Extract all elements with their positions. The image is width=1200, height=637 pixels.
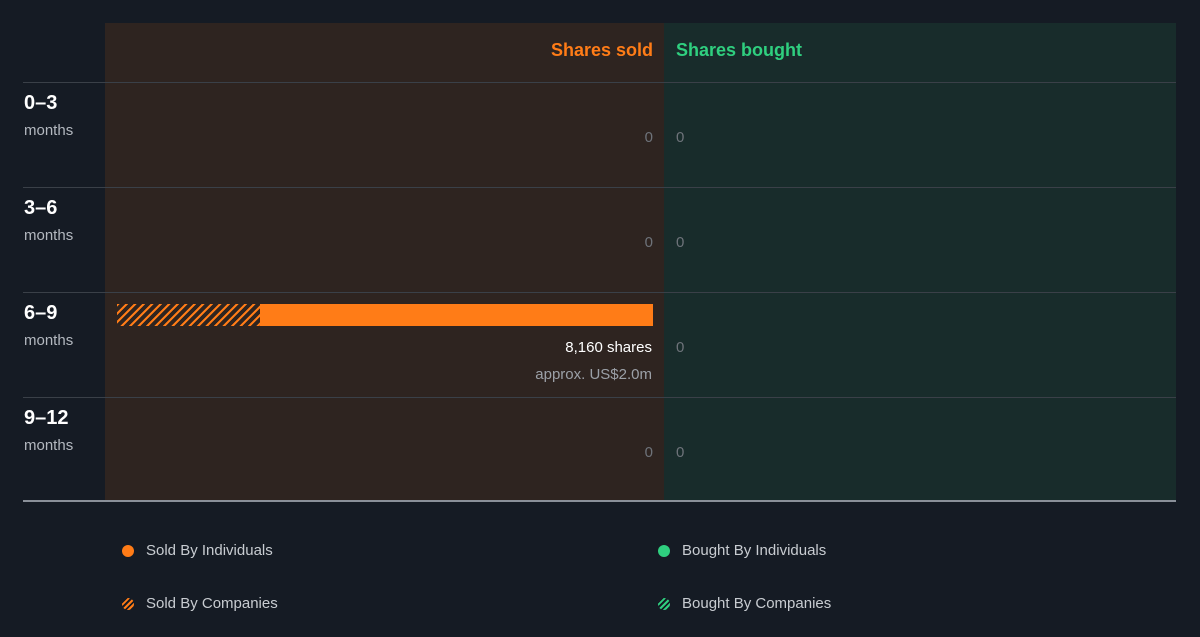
legend-label: Bought By Companies <box>682 595 832 612</box>
sold-approx-value-6-9: approx. US$2.0m <box>535 366 652 383</box>
row-range-label: 6–9 <box>24 302 58 324</box>
sold-total-0-3: 0 <box>644 129 653 146</box>
bar-sold-by-companies-6-9[interactable] <box>117 304 260 326</box>
solid-circle-icon <box>658 544 670 557</box>
row-unit-label: months <box>24 122 74 139</box>
legend-label: Sold By Individuals <box>146 542 273 559</box>
row-label-3-6: 3–6 months <box>24 196 73 246</box>
bought-total-9-12: 0 <box>676 444 685 461</box>
row-unit-label: months <box>24 437 74 454</box>
row-unit-label: months <box>24 332 74 349</box>
bar-sold-by-individuals-6-9[interactable] <box>260 304 653 326</box>
hatched-circle-icon <box>658 597 670 610</box>
hatched-circle-icon <box>122 597 134 610</box>
baseline-axis <box>23 500 1176 502</box>
row-unit-label: months <box>24 227 74 244</box>
row-separator <box>23 187 1176 188</box>
row-label-9-12: 9–12 months <box>24 406 73 456</box>
shares-bought-header: Shares bought <box>676 40 803 60</box>
row-range-label: 9–12 <box>24 407 69 429</box>
legend-sold-by-individuals[interactable]: Sold By Individuals <box>122 542 273 559</box>
legend-sold-by-companies[interactable]: Sold By Companies <box>122 595 278 612</box>
row-separator <box>23 292 1176 293</box>
bought-total-0-3: 0 <box>676 129 685 146</box>
row-range-label: 3–6 <box>24 197 58 219</box>
legend-bought-by-companies[interactable]: Bought By Companies <box>658 595 831 612</box>
shares-sold-header: Shares sold <box>550 40 653 60</box>
row-range-label: 0–3 <box>24 92 58 114</box>
sold-total-9-12: 0 <box>644 444 653 461</box>
row-label-6-9: 6–9 months <box>24 301 73 351</box>
legend-label: Bought By Individuals <box>682 542 827 559</box>
row-separator <box>23 82 1176 83</box>
shares-sold-panel <box>105 23 664 501</box>
legend-bought-by-individuals[interactable]: Bought By Individuals <box>658 542 826 559</box>
bought-total-6-9: 0 <box>676 339 685 356</box>
sold-total-6-9: 8,160 shares <box>565 339 652 356</box>
bought-total-3-6: 0 <box>676 234 685 251</box>
sold-total-3-6: 0 <box>644 234 653 251</box>
solid-circle-icon <box>122 544 134 557</box>
shares-bought-panel <box>664 23 1176 501</box>
row-label-0-3: 0–3 months <box>24 91 73 141</box>
row-separator <box>23 397 1176 398</box>
legend-label: Sold By Companies <box>146 595 278 612</box>
